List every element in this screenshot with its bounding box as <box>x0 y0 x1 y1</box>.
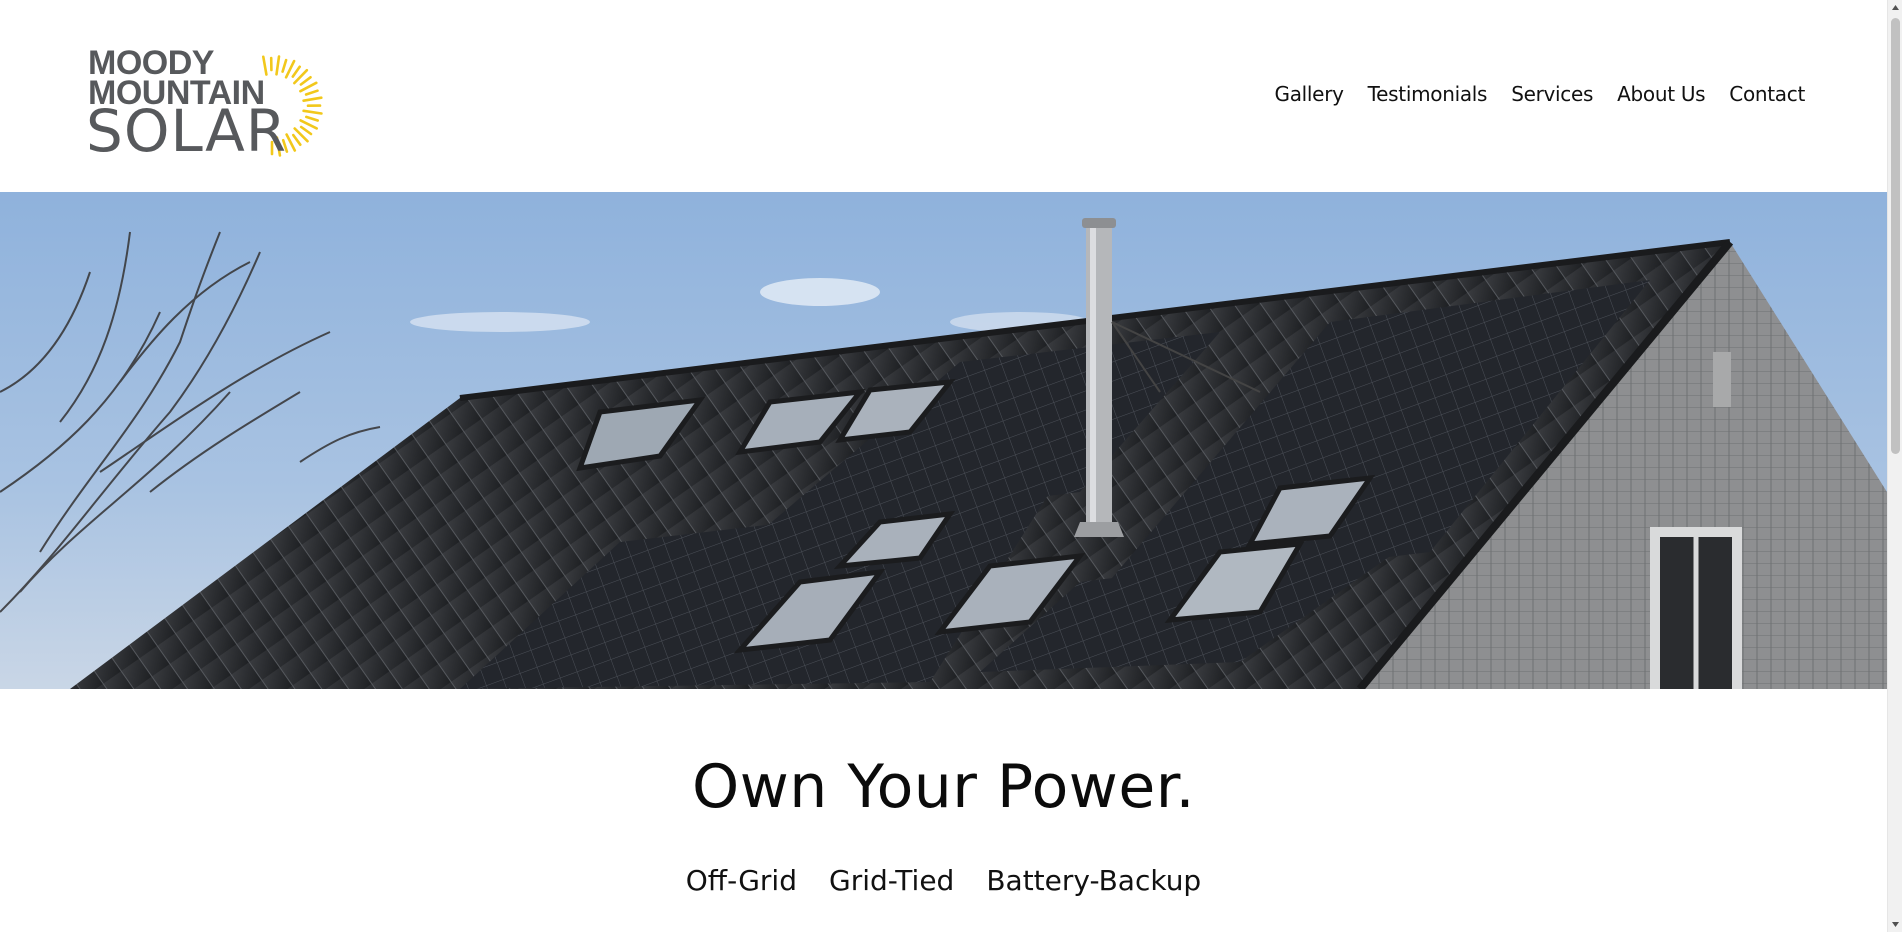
nav-item-contact[interactable]: Contact <box>1729 82 1805 106</box>
tag-battery-backup: Battery-Backup <box>986 864 1202 897</box>
nav-item-testimonials[interactable]: Testimonials <box>1368 82 1488 106</box>
page-headline: Own Your Power. <box>691 752 1196 822</box>
house-roof-solar-panels-photo <box>0 192 1887 689</box>
main-nav: Gallery Testimonials Services About Us C… <box>1275 82 1806 106</box>
nav-item-services[interactable]: Services <box>1511 82 1593 106</box>
nav-item-gallery[interactable]: Gallery <box>1275 82 1344 106</box>
nav-item-about-us[interactable]: About Us <box>1617 82 1705 106</box>
hero-image <box>0 192 1887 689</box>
service-tags: Off-Grid Grid-Tied Battery-Backup <box>0 864 1887 897</box>
page: MOODY MOUNTAIN SOLAR Gallery Testimonial… <box>0 0 1887 932</box>
tag-off-grid: Off-Grid <box>685 864 797 897</box>
scroll-up-icon[interactable] <box>1888 0 1902 15</box>
site-header: MOODY MOUNTAIN SOLAR Gallery Testimonial… <box>0 0 1887 192</box>
logo-line-solar: SOLAR <box>86 97 288 165</box>
scrollbar-thumb[interactable] <box>1891 18 1900 454</box>
scroll-down-icon[interactable] <box>1888 917 1902 932</box>
page-scrollbar[interactable] <box>1887 0 1902 932</box>
site-logo[interactable]: MOODY MOUNTAIN SOLAR <box>86 18 366 164</box>
tag-grid-tied: Grid-Tied <box>829 864 955 897</box>
